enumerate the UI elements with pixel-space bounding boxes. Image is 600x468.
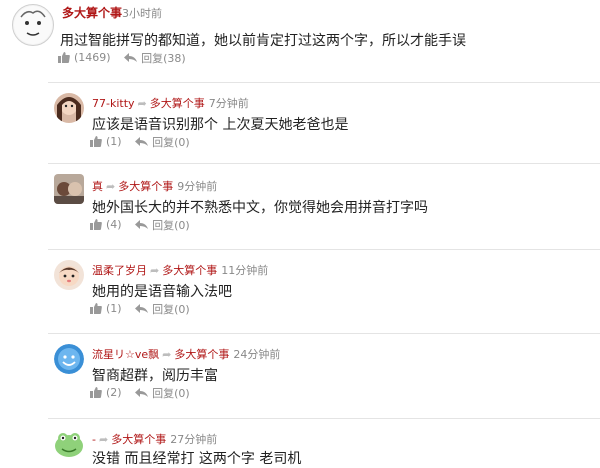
avatar[interactable] bbox=[54, 344, 84, 374]
like-count: (1) bbox=[106, 302, 122, 315]
thumbs-up-icon bbox=[90, 303, 102, 314]
reply-count: (0) bbox=[174, 302, 190, 316]
reply-actions: (2) 回复 (0) bbox=[90, 385, 200, 401]
reply-arrow-icon bbox=[124, 53, 138, 62]
reply-target-username[interactable]: 多大算个事 bbox=[150, 97, 205, 110]
reply-meta: 温柔了岁月 ➦ 多大算个事 11分钟前 bbox=[92, 262, 268, 278]
reply-button[interactable]: 回复 (0) bbox=[135, 134, 190, 150]
reply-button[interactable]: 回复 (38) bbox=[124, 50, 186, 66]
reply-meta: 流星リ☆ve飘 ➦ 多大算个事 24分钟前 bbox=[92, 346, 280, 362]
reply-username[interactable]: - bbox=[92, 433, 96, 446]
reply-comment: 温柔了岁月 ➦ 多大算个事 11分钟前 她用的是语音输入法吧 (1) 回复 (0) bbox=[48, 249, 600, 333]
reply-time: 24分钟前 bbox=[233, 348, 281, 361]
thumbs-up-icon bbox=[90, 387, 102, 398]
reply-to-arrow-icon: ➦ bbox=[162, 348, 172, 361]
reply-username[interactable]: 流星リ☆ve飘 bbox=[92, 348, 159, 361]
reply-actions: (1) 回复 (0) bbox=[90, 301, 200, 317]
reply-label: 回复 bbox=[152, 136, 175, 149]
comment-text: 用过智能拼写的都知道，她以前肯定打过这两个字，所以才能手误 bbox=[60, 33, 466, 49]
avatar[interactable] bbox=[54, 260, 84, 290]
reply-label: 回复 bbox=[152, 303, 175, 316]
like-count: (1) bbox=[106, 135, 122, 148]
thumbs-up-icon bbox=[58, 52, 70, 63]
reply-count: (0) bbox=[174, 386, 190, 400]
avatar[interactable] bbox=[54, 93, 84, 123]
reply-comment: - ➦ 多大算个事 27分钟前 没错 而且经常打 这两个字 老司机 bbox=[48, 418, 600, 467]
top-comment: 多大算个事 3小时前 用过智能拼写的都知道，她以前肯定打过这两个字，所以才能手误… bbox=[0, 0, 600, 80]
reply-button[interactable]: 回复 (0) bbox=[135, 217, 190, 233]
reply-text: 没错 而且经常打 这两个字 老司机 bbox=[92, 451, 302, 467]
like-count: (4) bbox=[106, 218, 122, 231]
reply-text: 智商超群，阅历丰富 bbox=[92, 368, 218, 384]
reply-to-arrow-icon: ➦ bbox=[150, 264, 160, 277]
reply-username[interactable]: 77-kitty bbox=[92, 97, 135, 110]
reply-count: (0) bbox=[174, 218, 190, 232]
thumbs-up-icon bbox=[90, 219, 102, 230]
reply-username[interactable]: 温柔了岁月 bbox=[92, 264, 147, 277]
reply-count: (0) bbox=[174, 135, 190, 149]
reply-comment: 77-kitty ➦ 多大算个事 7分钟前 应该是语音识别那个 上次夏天她老爸也是 (… bbox=[48, 82, 600, 163]
reply-to-arrow-icon: ➦ bbox=[106, 180, 116, 193]
like-button[interactable]: (1) bbox=[90, 302, 122, 315]
reply-text: 她用的是语音输入法吧 bbox=[92, 284, 232, 300]
reply-count: (38) bbox=[163, 51, 186, 65]
thumbs-up-icon bbox=[90, 136, 102, 147]
avatar[interactable] bbox=[54, 429, 84, 459]
reply-actions: (1) 回复 (0) bbox=[90, 134, 200, 150]
reply-time: 27分钟前 bbox=[170, 433, 218, 446]
reply-arrow-icon bbox=[135, 220, 149, 229]
reply-actions: (4) 回复 (0) bbox=[90, 217, 200, 233]
comment-username[interactable]: 多大算个事 bbox=[62, 4, 122, 21]
reply-label: 回复 bbox=[152, 219, 175, 232]
reply-username[interactable]: 真 bbox=[92, 180, 103, 193]
avatar[interactable] bbox=[12, 4, 54, 46]
like-button[interactable]: (1) bbox=[90, 135, 122, 148]
reply-to-arrow-icon: ➦ bbox=[137, 97, 147, 110]
reply-label: 回复 bbox=[141, 52, 164, 65]
reply-meta: 77-kitty ➦ 多大算个事 7分钟前 bbox=[92, 95, 249, 111]
like-count: (1469) bbox=[74, 51, 111, 64]
reply-label: 回复 bbox=[152, 387, 175, 400]
reply-meta: - ➦ 多大算个事 27分钟前 bbox=[92, 431, 217, 447]
reply-time: 9分钟前 bbox=[177, 180, 218, 193]
comment-actions: (1469) 回复 (38) bbox=[58, 50, 196, 66]
reply-to-arrow-icon: ➦ bbox=[98, 433, 109, 446]
reply-arrow-icon bbox=[135, 137, 149, 146]
reply-button[interactable]: 回复 (0) bbox=[135, 385, 190, 401]
reply-time: 11分钟前 bbox=[221, 264, 269, 277]
reply-time: 7分钟前 bbox=[208, 97, 249, 110]
reply-comment: 真 ➦ 多大算个事 9分钟前 她外国长大的并不熟悉中文，你觉得她会用拼音打字吗 (4)… bbox=[48, 163, 600, 249]
comment-time: 3小时前 bbox=[122, 7, 162, 20]
reply-target-username[interactable]: 多大算个事 bbox=[111, 433, 166, 446]
reply-button[interactable]: 回复 (0) bbox=[135, 301, 190, 317]
reply-comment: 流星リ☆ve飘 ➦ 多大算个事 24分钟前 智商超群，阅历丰富 (2) 回复 (0) bbox=[48, 333, 600, 418]
reply-meta: 真 ➦ 多大算个事 9分钟前 bbox=[92, 178, 217, 194]
like-button[interactable]: (1469) bbox=[58, 51, 111, 64]
avatar[interactable] bbox=[54, 174, 84, 204]
like-count: (2) bbox=[106, 386, 122, 399]
reply-target-username[interactable]: 多大算个事 bbox=[174, 348, 229, 361]
reply-text: 应该是语音识别那个 上次夏天她老爸也是 bbox=[92, 117, 349, 133]
reply-text: 她外国长大的并不熟悉中文，你觉得她会用拼音打字吗 bbox=[92, 200, 428, 216]
reply-arrow-icon bbox=[135, 388, 149, 397]
like-button[interactable]: (2) bbox=[90, 386, 122, 399]
reply-arrow-icon bbox=[135, 304, 149, 313]
like-button[interactable]: (4) bbox=[90, 218, 122, 231]
reply-target-username[interactable]: 多大算个事 bbox=[162, 264, 217, 277]
reply-target-username[interactable]: 多大算个事 bbox=[118, 180, 173, 193]
